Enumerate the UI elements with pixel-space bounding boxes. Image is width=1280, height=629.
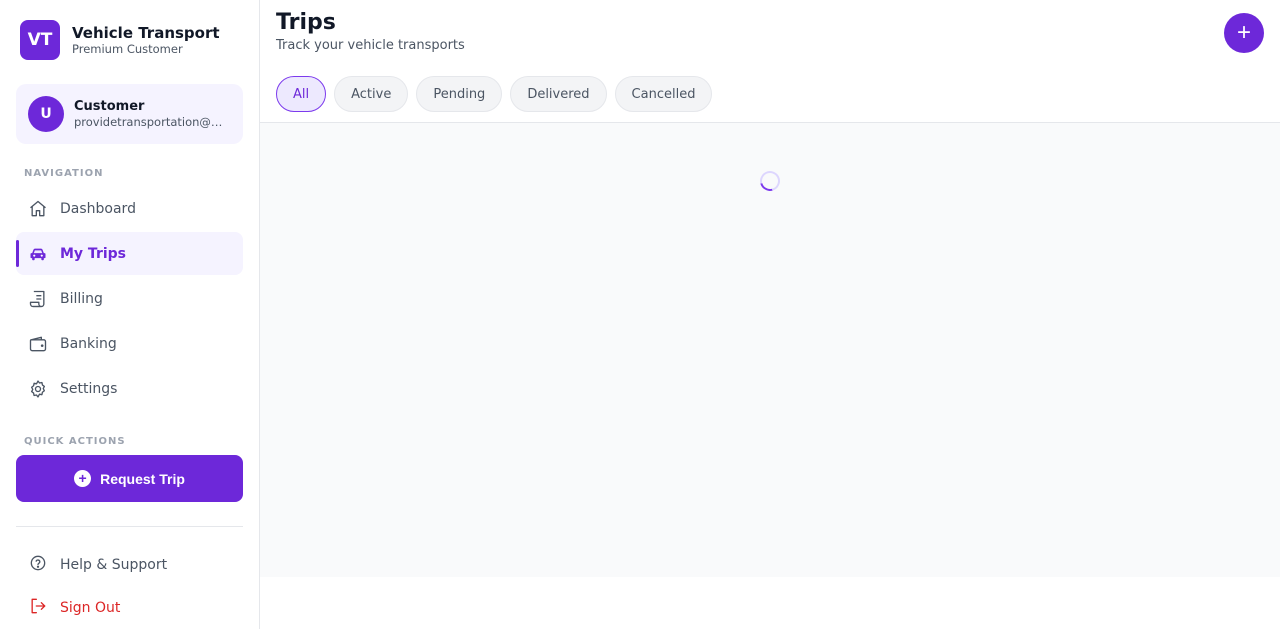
main-content: Trips Track your vehicle transports + Al… bbox=[260, 0, 1280, 577]
help-support-link[interactable]: Help & Support bbox=[16, 545, 243, 585]
sidebar-item-label: Billing bbox=[60, 290, 103, 307]
sign-out-link[interactable]: Sign Out bbox=[16, 588, 243, 628]
sidebar-item-dashboard[interactable]: Dashboard bbox=[16, 187, 243, 230]
sidebar-item-banking[interactable]: Banking bbox=[16, 322, 243, 365]
brand-title: Vehicle Transport bbox=[72, 24, 220, 42]
brand[interactable]: VT Vehicle Transport Premium Customer bbox=[20, 20, 220, 60]
sidebar-item-label: Dashboard bbox=[60, 200, 136, 217]
filter-tabs: All Active Pending Delivered Cancelled bbox=[276, 76, 720, 112]
sidebar-item-my-trips[interactable]: My Trips bbox=[16, 232, 243, 275]
quick-actions-label: QUICK ACTIONS bbox=[24, 436, 126, 447]
avatar: U bbox=[28, 96, 64, 132]
filter-all[interactable]: All bbox=[276, 76, 327, 112]
brand-logo: VT bbox=[20, 20, 60, 60]
car-icon bbox=[28, 244, 48, 264]
sidebar-item-billing[interactable]: Billing bbox=[16, 277, 243, 320]
request-trip-label: Request Trip bbox=[100, 470, 185, 487]
plus-circle-icon: + bbox=[74, 470, 92, 487]
request-trip-button[interactable]: + Request Trip bbox=[16, 455, 243, 502]
sign-out-label: Sign Out bbox=[60, 600, 121, 616]
user-card[interactable]: U Customer providetransportation@g... bbox=[16, 84, 243, 144]
wallet-icon bbox=[28, 334, 48, 354]
brand-text: Vehicle Transport Premium Customer bbox=[72, 24, 220, 56]
user-name: Customer bbox=[74, 99, 145, 114]
sidebar-item-label: My Trips bbox=[60, 245, 127, 262]
filter-cancelled[interactable]: Cancelled bbox=[614, 76, 713, 112]
add-trip-button[interactable]: + bbox=[1224, 13, 1264, 53]
sign-out-icon bbox=[28, 596, 48, 620]
filter-pending[interactable]: Pending bbox=[416, 76, 503, 112]
sidebar-divider bbox=[16, 526, 243, 527]
sidebar-item-label: Settings bbox=[60, 380, 118, 397]
filter-active[interactable]: Active bbox=[334, 76, 409, 112]
home-icon bbox=[28, 199, 48, 219]
gear-icon bbox=[28, 379, 48, 399]
filter-delivered[interactable]: Delivered bbox=[510, 76, 607, 112]
sidebar-item-settings[interactable]: Settings bbox=[16, 367, 243, 410]
loading-spinner bbox=[756, 167, 784, 195]
help-circle-icon bbox=[28, 553, 48, 577]
brand-subtitle: Premium Customer bbox=[72, 42, 183, 56]
page-title: Trips bbox=[276, 10, 336, 35]
page-subtitle: Track your vehicle transports bbox=[276, 38, 465, 53]
user-info: Customer providetransportation@g... bbox=[74, 99, 229, 129]
sidebar: VT Vehicle Transport Premium Customer U … bbox=[0, 0, 260, 629]
nav-section-label: NAVIGATION bbox=[24, 168, 104, 179]
receipt-icon bbox=[28, 289, 48, 309]
sidebar-item-label: Banking bbox=[60, 335, 117, 352]
page-header: Trips Track your vehicle transports + Al… bbox=[260, 0, 1280, 123]
user-email: providetransportation@g... bbox=[74, 115, 229, 129]
help-support-label: Help & Support bbox=[60, 557, 168, 573]
